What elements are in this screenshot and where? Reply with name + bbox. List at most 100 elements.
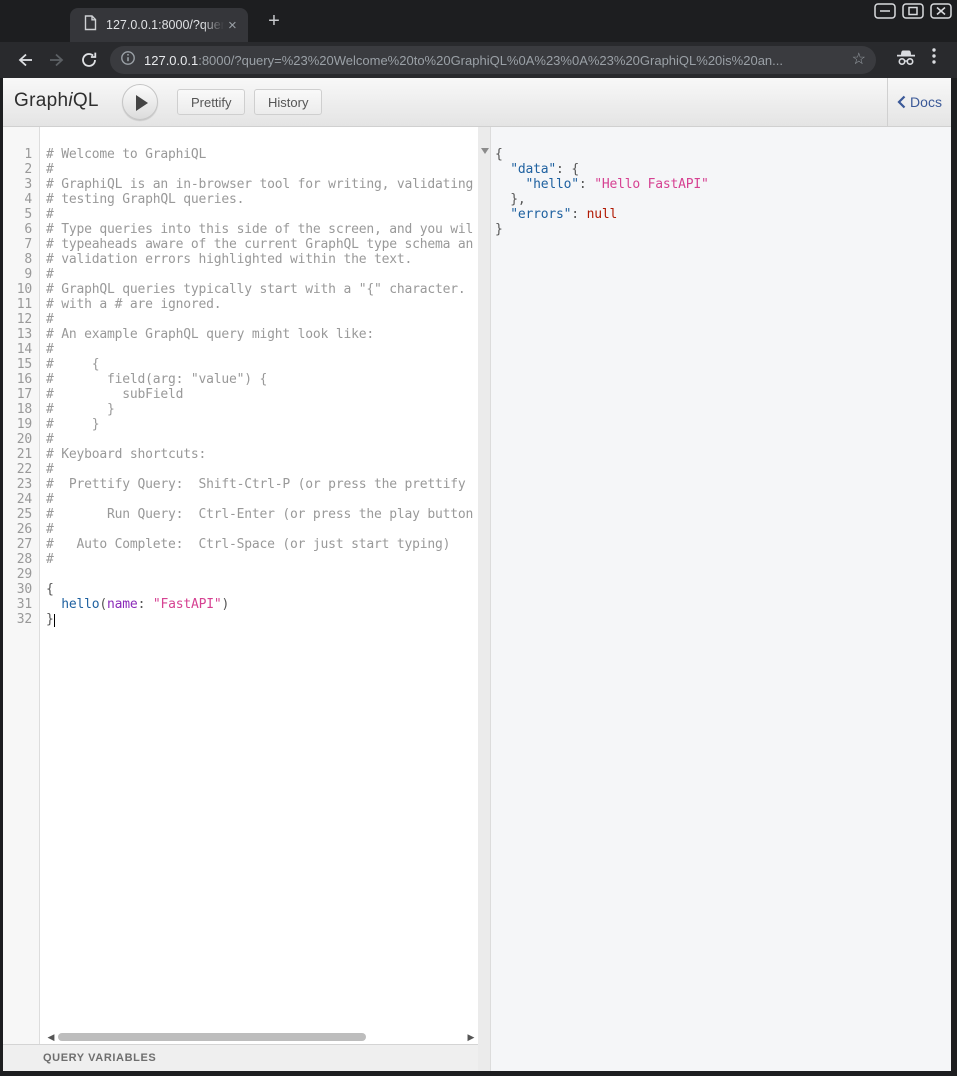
code-line[interactable]: # field(arg: "value") { xyxy=(46,372,478,387)
chevron-left-icon xyxy=(897,95,906,109)
code-line[interactable]: } xyxy=(46,612,478,627)
horizontal-scrollbar[interactable]: ◀ ▶ xyxy=(46,1030,476,1044)
code-line[interactable]: # An example GraphQL query might look li… xyxy=(46,327,478,342)
code-token: : xyxy=(556,162,564,177)
code-token: } xyxy=(46,612,54,627)
code-token: : xyxy=(571,207,579,222)
new-tab-button[interactable]: + xyxy=(262,9,286,33)
code-token: # Type queries into this side of the scr… xyxy=(46,222,473,237)
window-edge-bottom xyxy=(0,1071,957,1076)
code-line[interactable]: # xyxy=(46,492,478,507)
code-line[interactable]: # validation errors highlighted within t… xyxy=(46,252,478,267)
code-token: # xyxy=(46,342,54,357)
scroll-right-icon[interactable]: ▶ xyxy=(466,1030,476,1044)
query-variables-title: QUERY VARIABLES xyxy=(43,1052,156,1064)
code-line: } xyxy=(495,222,951,237)
reload-icon[interactable] xyxy=(78,49,100,71)
code-token: # xyxy=(46,522,54,537)
code-line[interactable]: # xyxy=(46,342,478,357)
code-token: # field(arg: "value") { xyxy=(46,372,267,387)
fold-arrow-icon[interactable] xyxy=(481,148,489,154)
execute-query-button[interactable] xyxy=(122,84,158,120)
code-line[interactable]: # xyxy=(46,267,478,282)
pane-resize-divider[interactable] xyxy=(478,127,491,1071)
code-line[interactable]: # xyxy=(46,312,478,327)
history-button[interactable]: History xyxy=(254,89,322,115)
code-token: # xyxy=(46,492,54,507)
code-line[interactable]: # xyxy=(46,522,478,537)
code-line[interactable]: # { xyxy=(46,357,478,372)
code-line[interactable]: # typeaheads aware of the current GraphQ… xyxy=(46,237,478,252)
scrollbar-track[interactable] xyxy=(58,1033,464,1041)
line-number: 11 xyxy=(3,297,39,312)
bookmark-star-icon[interactable]: ☆ xyxy=(852,52,866,68)
tab-close-icon[interactable]: × xyxy=(228,18,237,33)
line-number: 20 xyxy=(3,432,39,447)
query-editor-pane[interactable]: 1234567891011121314151617181920212223242… xyxy=(3,127,478,1071)
code-token: # Prettify Query: Shift-Ctrl-P (or press… xyxy=(46,477,465,492)
query-editor-code[interactable]: # Welcome to GraphiQL## GraphiQL is an i… xyxy=(46,127,478,1030)
window-close-button[interactable] xyxy=(930,3,952,19)
code-line[interactable]: # testing GraphQL queries. xyxy=(46,192,478,207)
code-line[interactable]: # xyxy=(46,432,478,447)
code-line[interactable]: # xyxy=(46,162,478,177)
code-line[interactable]: # xyxy=(46,207,478,222)
line-number: 21 xyxy=(3,447,39,462)
code-token: # Run Query: Ctrl-Enter (or press the pl… xyxy=(46,507,473,522)
code-line[interactable]: # } xyxy=(46,402,478,417)
window-minimize-button[interactable] xyxy=(874,3,896,19)
code-line[interactable]: # Type queries into this side of the scr… xyxy=(46,222,478,237)
code-line: { xyxy=(495,147,951,162)
back-icon[interactable] xyxy=(14,49,36,71)
docs-link[interactable]: Docs xyxy=(897,94,942,110)
code-token: # GraphQL queries typically start with a… xyxy=(46,282,465,297)
code-line[interactable]: # GraphiQL is an in-browser tool for wri… xyxy=(46,177,478,192)
code-line: }, xyxy=(495,192,951,207)
line-number: 15 xyxy=(3,357,39,372)
code-line[interactable]: # Prettify Query: Shift-Ctrl-P (or press… xyxy=(46,477,478,492)
code-line[interactable]: # with a # are ignored. xyxy=(46,297,478,312)
code-line[interactable]: # Auto Complete: Ctrl-Space (or just sta… xyxy=(46,537,478,552)
line-number: 23 xyxy=(3,477,39,492)
url-omnibox[interactable]: 127.0.0.1:8000/?query=%23%20Welcome%20to… xyxy=(110,46,876,74)
window-maximize-button[interactable] xyxy=(902,3,924,19)
code-token: # xyxy=(46,162,54,177)
code-line: "hello": "Hello FastAPI" xyxy=(495,177,951,192)
scrollbar-thumb[interactable] xyxy=(58,1033,366,1041)
info-icon[interactable] xyxy=(120,50,136,71)
code-line[interactable]: { xyxy=(46,582,478,597)
menu-dots-icon[interactable] xyxy=(927,46,941,71)
line-number: 28 xyxy=(3,552,39,567)
code-line[interactable]: # subField xyxy=(46,387,478,402)
code-line[interactable] xyxy=(46,567,478,582)
line-number-gutter: 1234567891011121314151617181920212223242… xyxy=(3,127,40,1044)
line-number: 29 xyxy=(3,567,39,582)
code-line[interactable]: # Run Query: Ctrl-Enter (or press the pl… xyxy=(46,507,478,522)
code-token: # testing GraphQL queries. xyxy=(46,192,244,207)
code-token: # xyxy=(46,267,54,282)
scroll-left-icon[interactable]: ◀ xyxy=(46,1030,56,1044)
code-token xyxy=(46,597,61,612)
code-line[interactable]: # xyxy=(46,462,478,477)
code-line[interactable]: # } xyxy=(46,417,478,432)
code-token: }, xyxy=(510,192,525,207)
code-line[interactable]: # xyxy=(46,552,478,567)
code-line[interactable]: # Keyboard shortcuts: xyxy=(46,447,478,462)
forward-icon[interactable] xyxy=(46,49,68,71)
browser-tab[interactable]: 127.0.0.1:8000/?query=%2 × xyxy=(70,8,248,42)
code-token: # xyxy=(46,462,54,477)
query-variables-bar[interactable]: QUERY VARIABLES xyxy=(3,1044,478,1071)
prettify-button[interactable]: Prettify xyxy=(177,89,245,115)
code-token: "hello" xyxy=(526,177,579,192)
code-line[interactable]: # Welcome to GraphiQL xyxy=(46,147,478,162)
code-line[interactable]: hello(name: "FastAPI") xyxy=(46,597,478,612)
code-line[interactable]: # GraphQL queries typically start with a… xyxy=(46,282,478,297)
line-number: 4 xyxy=(3,192,39,207)
play-icon xyxy=(136,95,148,111)
tab-title: 127.0.0.1:8000/?query=%2 xyxy=(106,18,224,32)
code-token: "data" xyxy=(510,162,556,177)
code-token: "FastAPI" xyxy=(153,597,222,612)
docs-section: Docs xyxy=(887,78,951,126)
code-token: name xyxy=(107,597,138,612)
line-number: 19 xyxy=(3,417,39,432)
